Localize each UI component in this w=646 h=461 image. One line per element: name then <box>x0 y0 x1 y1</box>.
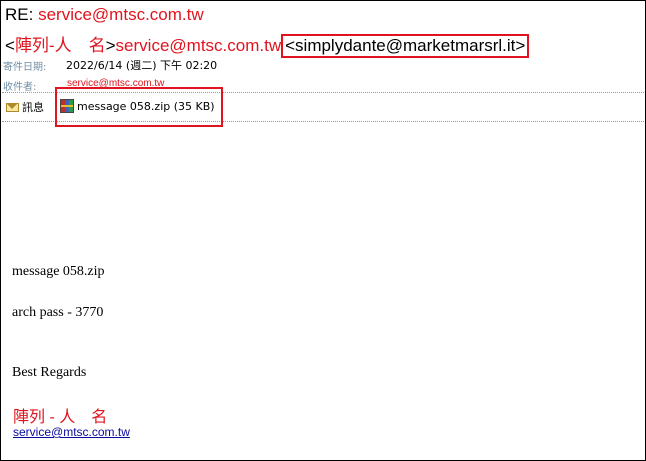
from-display-name: 陣列-人 名 <box>14 36 106 55</box>
attachment-item[interactable]: message 058.zip (35 KB) <box>60 99 215 113</box>
body-line-filename: message 058.zip <box>12 264 105 279</box>
from-display-email: service@mtsc.com.tw <box>115 36 282 55</box>
from-close-bracket: > <box>105 36 116 55</box>
subject-email: service@mtsc.com.tw <box>38 5 204 24</box>
message-tab-label: 訊息 <box>22 101 44 114</box>
signature-name: 陣列 - 人 名 <box>13 409 108 426</box>
envelope-icon <box>6 102 19 112</box>
sent-date-value: 2022/6/14 (週二) 下午 02:20 <box>66 59 218 72</box>
from-sender-address[interactable]: <simplydante@marketmarsrl.it> <box>281 34 530 58</box>
email-subject: RE: service@mtsc.com.tw <box>5 5 204 25</box>
subject-prefix: RE: <box>5 5 34 24</box>
signature-email-link[interactable]: service@mtsc.com.tw <box>13 425 130 439</box>
body-line-regards: Best Regards <box>12 365 87 380</box>
from-line: <陣列-人 名>service@mtsc.com.tw <simplydante@… <box>5 31 530 58</box>
from-open-bracket: < <box>5 36 15 55</box>
to-label: 收件者: <box>3 82 37 93</box>
zip-archive-icon <box>60 99 74 113</box>
attachment-file-label: message 058.zip (35 KB) <box>77 99 215 113</box>
message-tab[interactable]: 訊息 <box>6 99 44 115</box>
body-line-password: arch pass - 3770 <box>12 305 104 320</box>
sent-date-label: 寄件日期: <box>3 62 47 73</box>
